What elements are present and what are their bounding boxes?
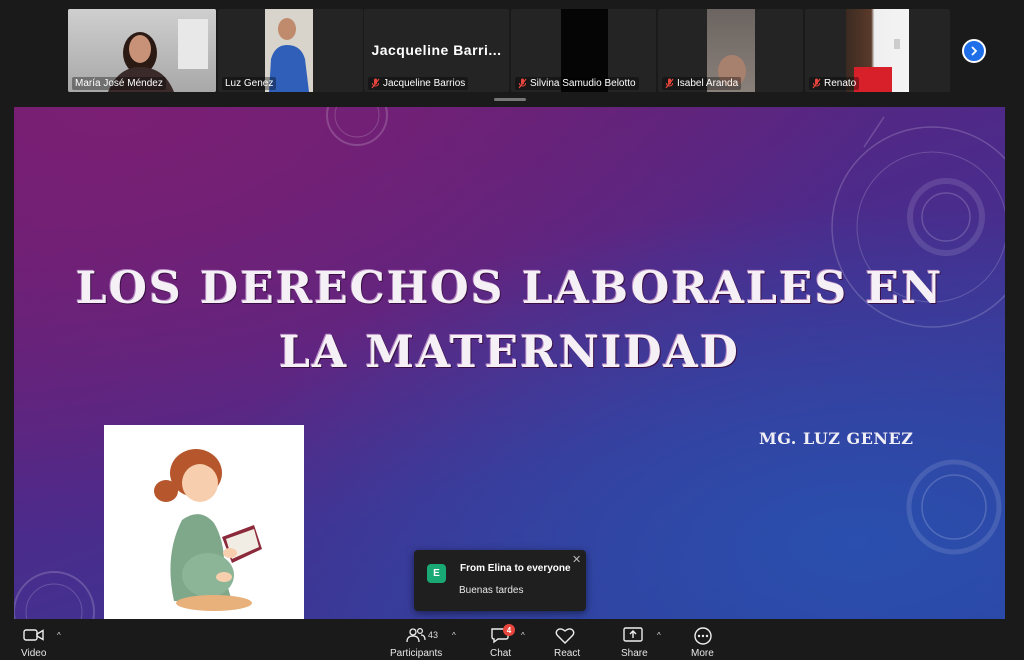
close-icon[interactable]: ✕: [572, 553, 581, 566]
chat-unread-badge: 4: [503, 624, 515, 636]
mic-muted-icon: [812, 78, 821, 89]
participant-name: María José Méndez: [72, 77, 166, 90]
video-button[interactable]: Video: [16, 619, 52, 660]
more-label: More: [691, 648, 714, 659]
slide-title: LOS DERECHOS LABORALES EN LA MATERNIDAD: [54, 257, 965, 385]
participant-name: Isabel Aranda: [662, 77, 742, 90]
more-button[interactable]: More: [688, 619, 720, 660]
participants-options-caret[interactable]: ^: [452, 631, 456, 640]
chevron-right-icon: [971, 46, 978, 56]
strip-resize-handle[interactable]: [494, 98, 526, 101]
participant-name: Renato: [809, 77, 860, 90]
participant-tile[interactable]: Jacqueline Barri... Jacqueline Barrios: [364, 9, 509, 92]
mic-muted-icon: [371, 78, 380, 89]
slide-author: MG. LUZ GENEZ: [759, 429, 914, 448]
shared-screen-slide: LOS DERECHOS LABORALES EN LA MATERNIDAD …: [14, 107, 1005, 619]
share-options-caret[interactable]: ^: [657, 631, 661, 640]
video-camera-icon: [23, 629, 44, 641]
sender-avatar: E: [427, 564, 446, 583]
meeting-toolbar: Video ^ 43 Participants ^ 4 Chat ^ React…: [0, 619, 1024, 660]
share-screen-icon: [623, 627, 643, 642]
share-label: Share: [621, 648, 648, 659]
participants-count: 43: [428, 630, 439, 640]
participant-name: Luz Genez: [222, 77, 277, 90]
participants-label: Participants: [390, 648, 443, 659]
heart-icon: [555, 628, 575, 644]
chat-options-caret[interactable]: ^: [521, 631, 525, 640]
chat-button[interactable]: 4 Chat: [486, 619, 516, 660]
react-label: React: [554, 648, 581, 659]
participant-strip: María José Méndez Luz Genez Jacqueline B…: [0, 0, 1024, 106]
react-button[interactable]: React: [550, 619, 582, 660]
chat-notification[interactable]: E From Elina to everyone Buenas tardes ✕: [414, 550, 586, 611]
participant-tile[interactable]: María José Méndez: [68, 9, 216, 92]
participant-tile[interactable]: Silvina Samudio Belotto: [511, 9, 656, 92]
participants-icon: [406, 627, 426, 643]
pregnant-woman-reading-illustration-graphic: [154, 449, 262, 611]
video-label: Video: [21, 648, 47, 659]
share-button[interactable]: Share: [618, 619, 650, 660]
participant-tile[interactable]: Luz Genez: [218, 9, 363, 92]
slide-title-line: LOS DERECHOS LABORALES EN: [75, 263, 944, 314]
participant-name: Jacqueline Barrios: [368, 77, 469, 90]
pregnant-woman-reading-illustration: [104, 425, 304, 619]
chat-sender: From Elina to everyone: [460, 563, 571, 574]
next-page-button[interactable]: [962, 39, 986, 63]
mic-muted-icon: [518, 78, 527, 89]
chat-label: Chat: [490, 648, 512, 659]
slide-title-line: LA MATERNIDAD: [279, 327, 740, 378]
participant-name: Silvina Samudio Belotto: [515, 77, 639, 90]
participant-tile[interactable]: Isabel Aranda: [658, 9, 803, 92]
mic-muted-icon: [665, 78, 674, 89]
participant-display-name: Jacqueline Barri...: [371, 42, 502, 58]
chat-message: Buenas tardes: [459, 585, 524, 596]
participant-tile[interactable]: Renato: [805, 9, 950, 92]
more-options-icon: [694, 627, 712, 645]
video-options-caret[interactable]: ^: [57, 631, 61, 640]
participants-button[interactable]: 43 Participants: [388, 619, 446, 660]
